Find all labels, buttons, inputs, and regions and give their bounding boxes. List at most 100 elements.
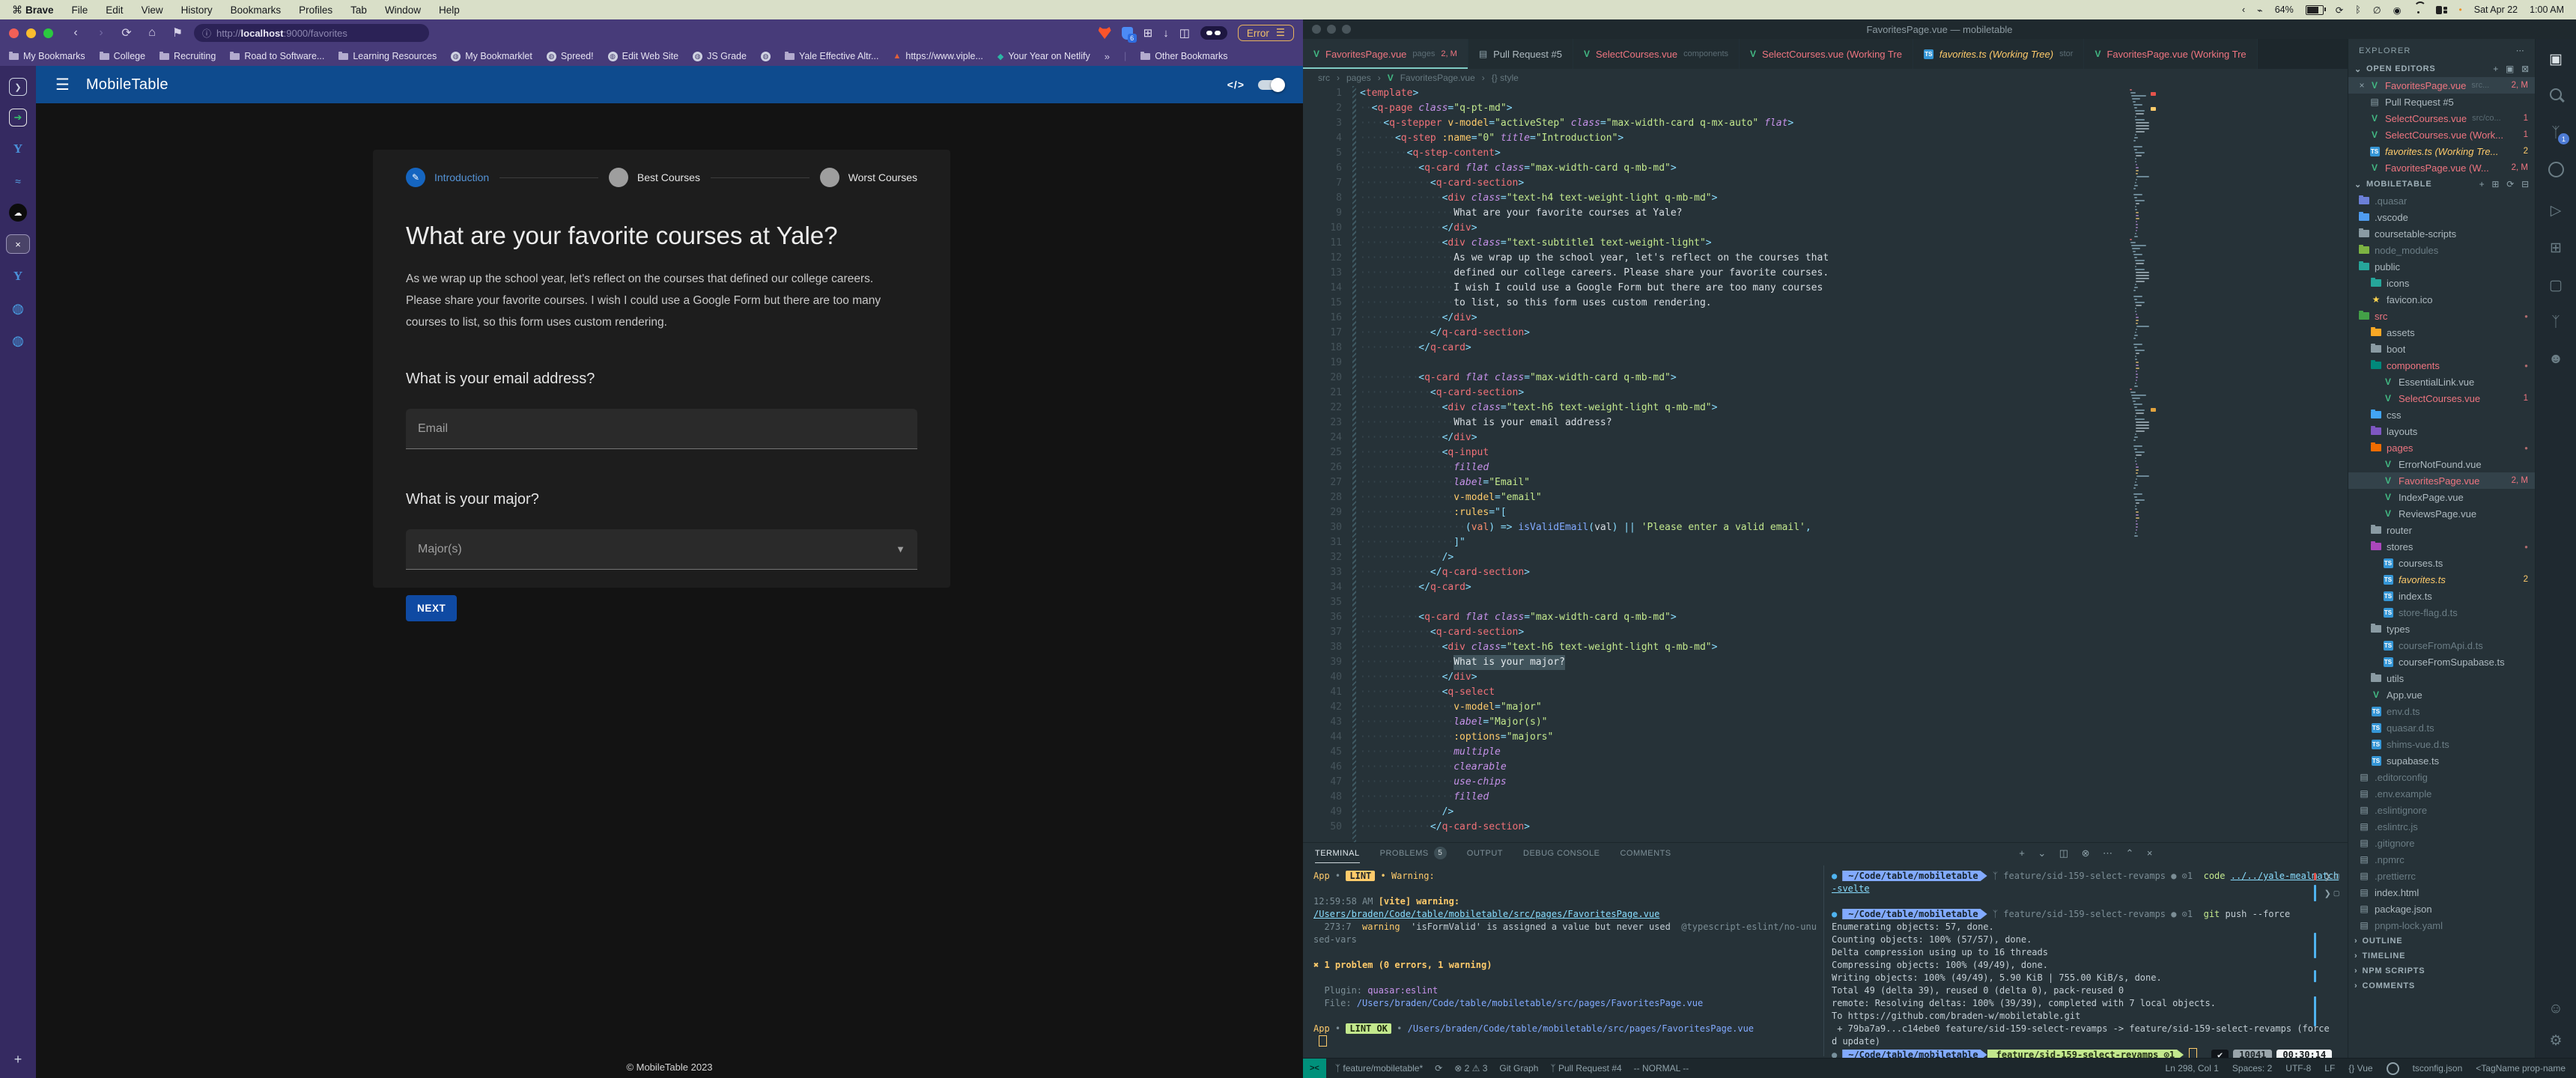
tree-item-coursefromsupabase-ts[interactable]: TS courseFromSupabase.ts: [2348, 654, 2536, 670]
code-line[interactable]: 30 ··················(val) => isValidEmai…: [1303, 520, 2348, 535]
code-line[interactable]: 26 ················ filled: [1303, 460, 2348, 475]
tree-item-index-ts[interactable]: TS index.ts: [2348, 588, 2536, 604]
code-line[interactable]: 49 ··············/>: [1303, 805, 2348, 820]
code-line[interactable]: 1 < template >: [1303, 86, 2348, 101]
tree-item-store-flag-d-ts[interactable]: TS store-flag.d.ts: [2348, 604, 2536, 621]
tree-item-utils[interactable]: utils: [2348, 670, 2536, 686]
open-editor-item[interactable]: TS favorites.ts (Working Tre... 2: [2348, 143, 2536, 159]
tree-item--quasar[interactable]: .quasar: [2348, 192, 2536, 209]
code-line[interactable]: 32 ··············/>: [1303, 550, 2348, 565]
tree-item-src[interactable]: src ●: [2348, 308, 2536, 324]
code-line[interactable]: 11 ·············· < div class = "text-subtitl…: [1303, 236, 2348, 251]
project-header[interactable]: ⌄ MOBILETABLE + ⊞ ⟳ ⊟: [2348, 176, 2536, 192]
code-line[interactable]: 43 ················ label = "Major(s)": [1303, 715, 2348, 730]
status-item[interactable]: -- NORMAL --: [1634, 1063, 1689, 1074]
settings-gear-icon[interactable]: ⚙: [2545, 1032, 2566, 1050]
editor-tab-selectcourses-vue[interactable]: V SelectCourses.vue components: [1573, 39, 1740, 69]
panel-action-icon[interactable]: +: [2019, 847, 2025, 859]
email-input[interactable]: Email: [406, 409, 917, 449]
code-line[interactable]: 46 ················ clearable: [1303, 760, 2348, 775]
section-action-icon[interactable]: ⊞: [2491, 179, 2500, 189]
stepper-step-best-courses[interactable]: Best Courses: [608, 168, 700, 187]
status-item[interactable]: tsconfig.json: [2413, 1063, 2463, 1074]
code-line[interactable]: 6 ·········· < q-card flat class = "max-width…: [1303, 161, 2348, 176]
sidebar-item-wallet[interactable]: ➔: [9, 109, 27, 127]
open-editors-header[interactable]: ⌄ OPEN EDITORS + ▣ ⊠: [2348, 61, 2536, 77]
terminal-sessions-list[interactable]: ❯ ◫ ❯ ▢: [2319, 871, 2345, 898]
stepper-step-worst-courses[interactable]: Worst Courses: [819, 168, 917, 187]
tree-item--prettierrc[interactable]: ▤ .prettierrc: [2348, 868, 2536, 884]
reader-mode-icon[interactable]: [1200, 26, 1227, 40]
status-item[interactable]: Git Graph: [1499, 1063, 1538, 1074]
extensions-icon[interactable]: ⊞: [1143, 26, 1153, 40]
panel-action-icon[interactable]: ⋯: [2103, 847, 2113, 859]
bookmark-item[interactable]: Road to Software...: [230, 51, 324, 61]
open-editor-item[interactable]: V SelectCourses.vue src/co... 1: [2348, 110, 2536, 127]
panel-action-icon[interactable]: ⌄: [2038, 847, 2046, 859]
tree-item-env-d-ts[interactable]: TS env.d.ts: [2348, 703, 2536, 719]
bluetooth-icon[interactable]: ᛒ: [2355, 4, 2361, 15]
status-item[interactable]: ᛉ feature/mobiletable*: [1335, 1063, 1423, 1074]
tree-item--gitignore[interactable]: ▤ .gitignore: [2348, 835, 2536, 851]
sidebar-item-waves[interactable]: ≈: [8, 171, 28, 191]
section-action-icon[interactable]: ⟳: [2506, 179, 2515, 189]
tree-item-supabase-ts[interactable]: TS supabase.ts: [2348, 752, 2536, 769]
bookmark-item[interactable]: ◆ Your Year on Netlify: [997, 51, 1090, 61]
tree-item-components[interactable]: components ●: [2348, 357, 2536, 374]
account-icon[interactable]: ☺: [2545, 1001, 2566, 1017]
open-editor-item[interactable]: V SelectCourses.vue (Work... 1: [2348, 127, 2536, 143]
tree-item-coursetable-scripts[interactable]: coursetable-scripts: [2348, 225, 2536, 242]
tree-item-public[interactable]: public: [2348, 258, 2536, 275]
code-line[interactable]: 47 ················ use-chips: [1303, 775, 2348, 790]
bookmark-icon[interactable]: ⚑: [168, 25, 186, 40]
code-line[interactable]: 25 ·············· < q-input: [1303, 445, 2348, 460]
activity-copilot-icon[interactable]: ☻: [2545, 351, 2566, 368]
code-line[interactable]: 28 ················ v-model = "email": [1303, 490, 2348, 505]
major-select[interactable]: Major(s) ▼: [406, 529, 917, 570]
editor-tab-selectcourses-vue-working-tre[interactable]: V SelectCourses.vue (Working Tre: [1740, 39, 1913, 69]
section-action-icon[interactable]: ⊠: [2521, 64, 2530, 74]
editor-tab-pull-request-5[interactable]: ▤ Pull Request #5: [1468, 39, 1573, 69]
sidebar-item-yale-y-2[interactable]: Y: [8, 267, 28, 286]
code-line[interactable]: 2 ·· < q-page class = "q-pt-md" >: [1303, 101, 2348, 116]
tree-item-pnpm-lock-yaml[interactable]: ▤ pnpm-lock.yaml: [2348, 917, 2536, 934]
breadcrumb-item[interactable]: {} style: [1492, 73, 1519, 83]
tree-item--editorconfig[interactable]: ▤ .editorconfig: [2348, 769, 2536, 785]
code-line[interactable]: 34 ·········· </q-card >: [1303, 580, 2348, 595]
open-editor-item[interactable]: ▤ Pull Request #5: [2348, 94, 2536, 110]
menu-item-profiles[interactable]: Profiles: [299, 4, 332, 16]
code-line[interactable]: 5 ········ < q-step-content >: [1303, 146, 2348, 161]
code-line[interactable]: 50 ············ </q-card-section >: [1303, 820, 2348, 835]
code-line[interactable]: 4 ······ < q-step :name = "0" title = "Introduc…: [1303, 131, 2348, 146]
code-line[interactable]: 19: [1303, 356, 2348, 371]
activity-github-icon[interactable]: [2545, 162, 2566, 182]
bookmark-item[interactable]: Yale Effective Altr...: [784, 51, 878, 61]
status-item[interactable]: Ln 298, Col 1: [2166, 1063, 2219, 1074]
tree-item-indexpage-vue[interactable]: V IndexPage.vue: [2348, 489, 2536, 505]
menu-clock[interactable]: 1:00 AM: [2530, 4, 2564, 15]
section-action-icon[interactable]: +: [2479, 179, 2485, 189]
tree-item-favoritespage-vue[interactable]: V FavoritesPage.vue 2, M: [2348, 472, 2536, 489]
tree-item-selectcourses-vue[interactable]: V SelectCourses.vue 1: [2348, 390, 2536, 406]
code-line[interactable]: 38 ·············· < div class = "text-h6 text…: [1303, 640, 2348, 655]
site-info-icon[interactable]: ⓘ: [202, 27, 211, 40]
sidebar-item-coursetable-globe-2[interactable]: ◍: [8, 331, 28, 350]
breadcrumb-item[interactable]: FavoritesPage.vue: [1400, 73, 1475, 83]
section-action-icon[interactable]: +: [2493, 64, 2499, 74]
tree-item--vscode[interactable]: .vscode: [2348, 209, 2536, 225]
panel-action-icon[interactable]: ⊗: [2082, 847, 2090, 859]
close-icon[interactable]: ×: [2356, 80, 2368, 91]
bookmark-item[interactable]: ◍ My Bookmarklet: [451, 51, 532, 61]
tree-item--eslintignore[interactable]: ▤ .eslintignore: [2348, 802, 2536, 818]
panel-tab-terminal[interactable]: TERMINAL: [1315, 843, 1360, 863]
tree-item-essentiallink-vue[interactable]: V EssentialLink.vue: [2348, 374, 2536, 390]
code-line[interactable]: 41 ·············· < q-select: [1303, 685, 2348, 700]
window-controls[interactable]: [1312, 25, 1351, 34]
code-line[interactable]: 21 ············ < q-card-section >: [1303, 386, 2348, 401]
status-item[interactable]: {} Vue: [2348, 1063, 2372, 1074]
menu-item-tab[interactable]: Tab: [350, 4, 367, 16]
other-bookmarks[interactable]: Other Bookmarks: [1140, 51, 1227, 61]
launcher-icon[interactable]: ⌁: [2257, 4, 2263, 16]
code-line[interactable]: 24 ·············· </div >: [1303, 430, 2348, 445]
terminal-right-pane[interactable]: ● ~/Code/table/mobiletable ᛉ feature/sid-…: [1832, 870, 2339, 1061]
